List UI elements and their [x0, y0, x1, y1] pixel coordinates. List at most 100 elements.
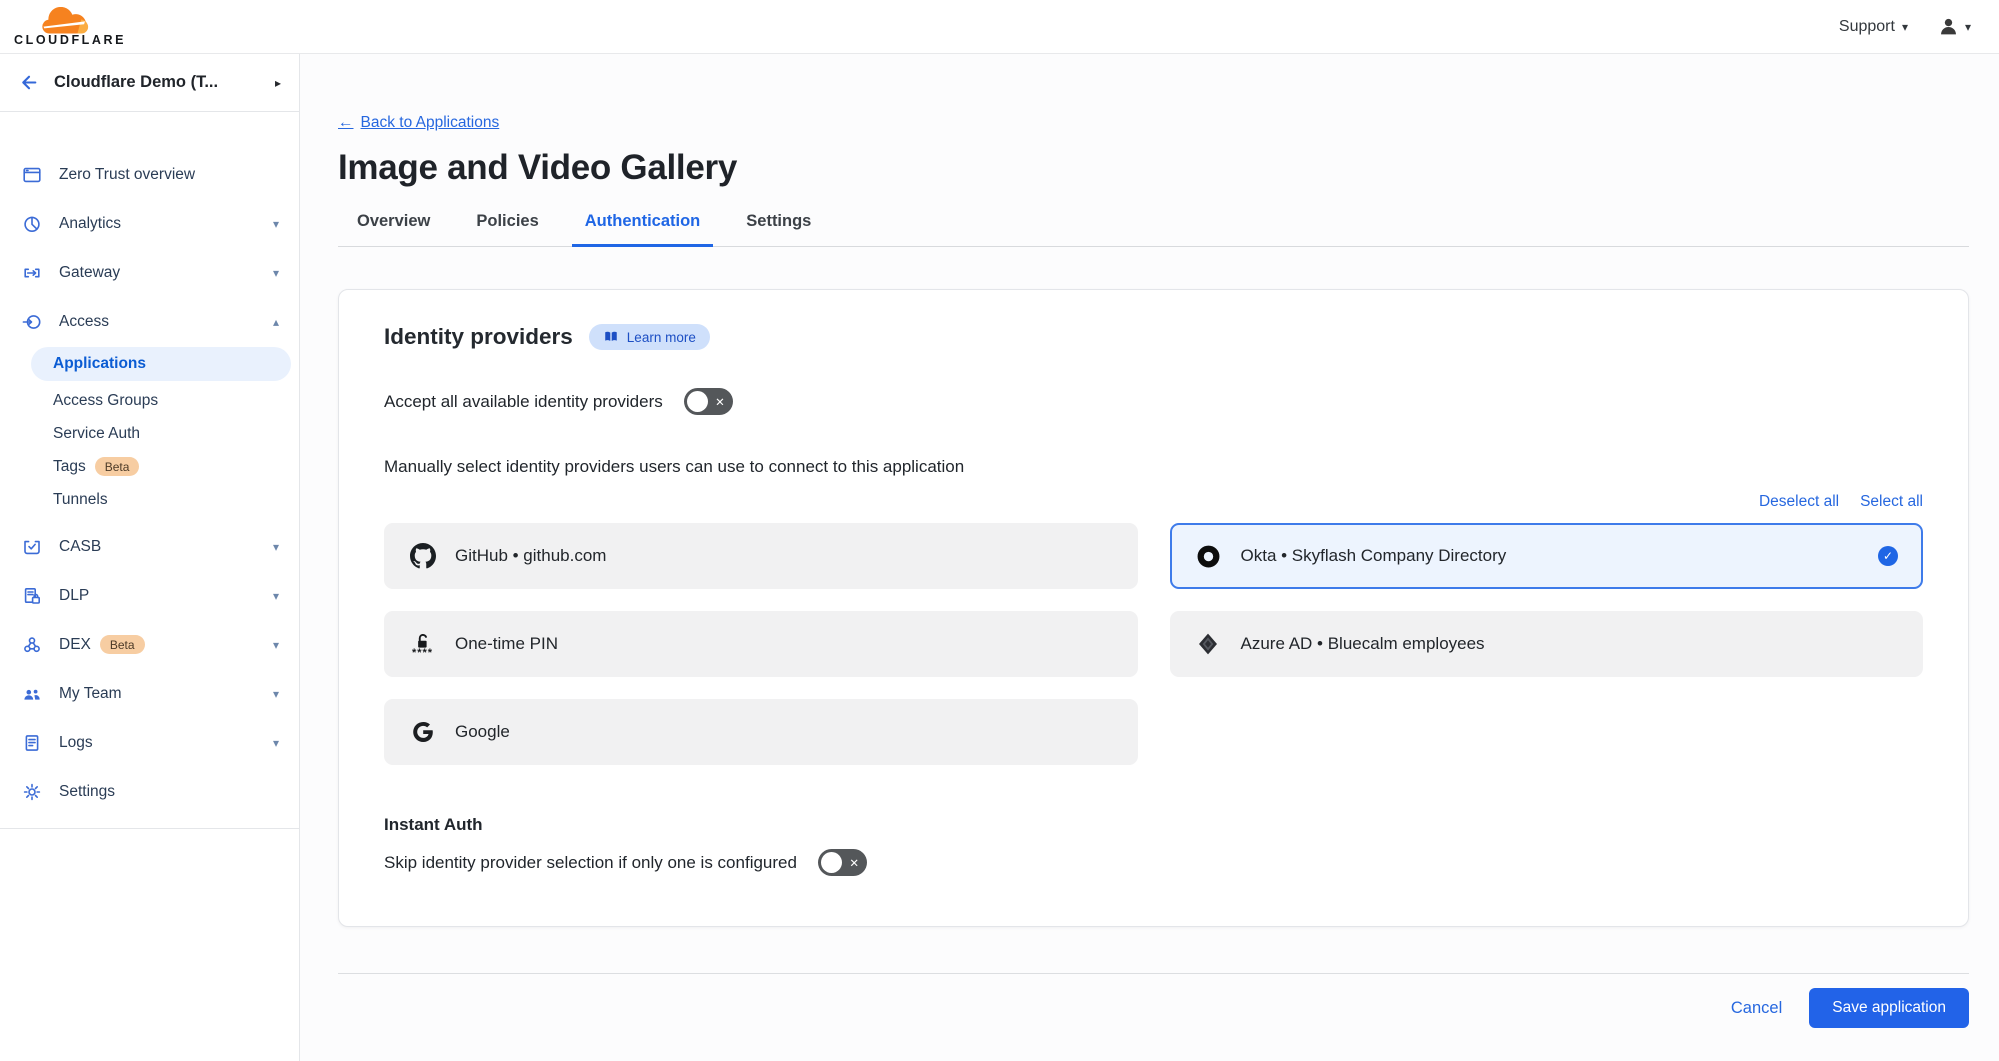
sidebar-item-label: Access Groups	[53, 392, 158, 410]
toggle-knob	[821, 852, 842, 873]
page-title: Image and Video Gallery	[338, 148, 1969, 188]
provider-grid: GitHub • github.com Okta • Skyflash Comp…	[384, 523, 1923, 765]
card-title: Identity providers	[384, 324, 573, 350]
provider-card-azure-ad[interactable]: Azure AD • Bluecalm employees	[1170, 611, 1924, 677]
sidebar-item-settings[interactable]: Settings	[0, 767, 299, 816]
provider-card-github[interactable]: GitHub • github.com	[384, 523, 1138, 589]
sidebar-item-access[interactable]: Access ▴	[0, 297, 299, 346]
back-arrow-icon[interactable]	[18, 72, 39, 93]
card-header: Identity providers Learn more	[384, 324, 1923, 350]
cloudflare-logo[interactable]: CLOUDFLARE	[14, 7, 126, 47]
user-menu[interactable]: ▾	[1938, 16, 1971, 37]
skip-selection-row: Skip identity provider selection if only…	[384, 849, 1923, 876]
select-all-link[interactable]: Select all	[1860, 493, 1923, 511]
sidebar-nav: Zero Trust overview Analytics ▾ Gateway …	[0, 112, 299, 829]
accept-all-label: Accept all available identity providers	[384, 392, 663, 412]
accept-all-toggle[interactable]: ✕	[684, 388, 733, 415]
otp-stars: ****	[412, 651, 433, 656]
back-to-applications-link[interactable]: ← Back to Applications	[338, 114, 499, 132]
dlp-icon	[22, 586, 42, 606]
provider-name: One-time PIN	[455, 634, 558, 654]
provider-name: Google	[455, 722, 510, 742]
sidebar-item-label: DLP	[59, 587, 89, 605]
sidebar-item-applications[interactable]: Applications	[31, 347, 291, 381]
access-icon	[22, 312, 42, 332]
support-menu[interactable]: Support ▾	[1839, 18, 1908, 36]
chevron-down-icon: ▾	[273, 638, 279, 652]
skip-selection-label: Skip identity provider selection if only…	[384, 853, 797, 873]
sidebar-divider	[0, 828, 299, 829]
provider-name: Azure AD • Bluecalm employees	[1241, 634, 1485, 654]
support-label: Support	[1839, 18, 1895, 36]
topbar-right: Support ▾ ▾	[1839, 16, 1971, 37]
sidebar-item-casb[interactable]: CASB ▾	[0, 522, 299, 571]
chevron-down-icon: ▾	[273, 589, 279, 603]
learn-more-label: Learn more	[627, 330, 696, 345]
sidebar-item-zero-trust-overview[interactable]: Zero Trust overview	[0, 150, 299, 199]
provider-card-one-time-pin[interactable]: **** One-time PIN	[384, 611, 1138, 677]
selection-links: Deselect all Select all	[384, 493, 1923, 511]
back-arrow-icon: ←	[338, 114, 354, 132]
book-icon	[603, 329, 619, 345]
sidebar-item-service-auth[interactable]: Service Auth	[0, 417, 299, 450]
chevron-right-icon[interactable]: ▸	[275, 76, 281, 90]
chevron-down-icon: ▾	[1965, 20, 1971, 34]
sidebar-item-label: My Team	[59, 685, 122, 703]
user-icon	[1938, 16, 1959, 37]
sidebar-item-gateway[interactable]: Gateway ▾	[0, 248, 299, 297]
account-switcher: Cloudflare Demo (T... ▸	[0, 54, 299, 112]
accept-all-row: Accept all available identity providers …	[384, 388, 1923, 415]
sidebar-item-label: Tags	[53, 458, 86, 476]
beta-badge: Beta	[95, 457, 140, 476]
manual-select-text: Manually select identity providers users…	[384, 457, 1923, 477]
azure-ad-icon	[1195, 632, 1222, 656]
sidebar-item-label: Settings	[59, 783, 115, 801]
account-name: Cloudflare Demo (T...	[54, 73, 260, 92]
sidebar-item-my-team[interactable]: My Team ▾	[0, 669, 299, 718]
beta-badge: Beta	[100, 635, 145, 654]
chevron-down-icon: ▾	[273, 540, 279, 554]
google-icon	[409, 720, 436, 744]
gear-icon	[22, 782, 42, 802]
app-shell: Cloudflare Demo (T... ▸ Zero Trust overv…	[0, 54, 1999, 1061]
sidebar-item-logs[interactable]: Logs ▾	[0, 718, 299, 767]
skip-selection-toggle[interactable]: ✕	[818, 849, 867, 876]
toggle-knob	[687, 391, 708, 412]
sidebar-item-analytics[interactable]: Analytics ▾	[0, 199, 299, 248]
sidebar: Cloudflare Demo (T... ▸ Zero Trust overv…	[0, 54, 300, 1061]
footer-actions: Cancel Save application	[338, 988, 1969, 1028]
sidebar-item-dlp[interactable]: DLP ▾	[0, 571, 299, 620]
provider-card-okta[interactable]: Okta • Skyflash Company Directory ✓	[1170, 523, 1924, 589]
analytics-icon	[22, 214, 42, 234]
casb-icon	[22, 537, 42, 557]
toggle-x-icon: ✕	[715, 395, 725, 409]
save-application-button[interactable]: Save application	[1809, 988, 1969, 1028]
sidebar-item-tunnels[interactable]: Tunnels	[0, 483, 299, 516]
tab-settings[interactable]: Settings	[733, 212, 824, 247]
sidebar-item-access-groups[interactable]: Access Groups	[0, 384, 299, 417]
github-icon	[409, 543, 436, 569]
learn-more-badge[interactable]: Learn more	[589, 324, 710, 350]
sidebar-item-tags[interactable]: Tags Beta	[0, 450, 299, 483]
cancel-button[interactable]: Cancel	[1731, 999, 1782, 1018]
sidebar-item-label: Applications	[53, 355, 146, 373]
instant-auth-heading: Instant Auth	[384, 815, 1923, 835]
sidebar-item-label: Zero Trust overview	[59, 166, 195, 184]
tab-overview[interactable]: Overview	[344, 212, 443, 247]
dex-icon	[22, 635, 42, 655]
chevron-down-icon: ▾	[1902, 20, 1908, 34]
provider-name: GitHub • github.com	[455, 546, 606, 566]
sidebar-item-label: CASB	[59, 538, 101, 556]
chevron-up-icon: ▴	[273, 315, 279, 329]
provider-card-google[interactable]: Google	[384, 699, 1138, 765]
chevron-down-icon: ▾	[273, 687, 279, 701]
overview-icon	[22, 165, 42, 185]
tab-bar: Overview Policies Authentication Setting…	[338, 212, 1969, 247]
selected-check-icon: ✓	[1878, 546, 1898, 566]
tab-authentication[interactable]: Authentication	[572, 212, 714, 247]
tab-policies[interactable]: Policies	[463, 212, 551, 247]
cloudflare-logo-text: CLOUDFLARE	[14, 34, 126, 47]
chevron-down-icon: ▾	[273, 266, 279, 280]
deselect-all-link[interactable]: Deselect all	[1759, 493, 1839, 511]
sidebar-item-dex[interactable]: DEX Beta ▾	[0, 620, 299, 669]
